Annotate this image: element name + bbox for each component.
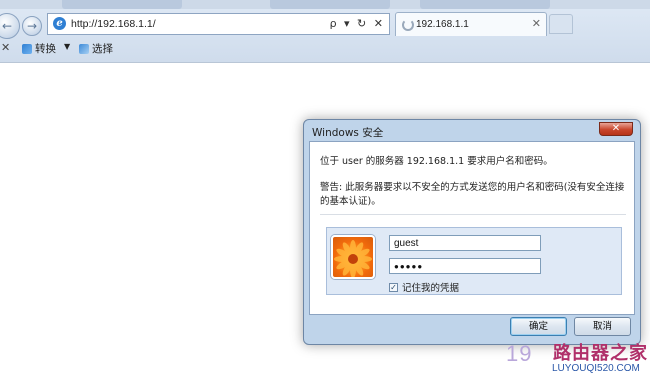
ie-page-icon: e (53, 17, 66, 30)
dialog-close-button[interactable]: ✕ (599, 122, 633, 136)
taskbar-strip (0, 0, 650, 9)
tab-active[interactable]: 192.168.1.1 ✕ (395, 12, 547, 36)
new-tab-button[interactable] (549, 14, 573, 34)
password-field[interactable]: ●●●●● (389, 258, 541, 274)
forward-arrow-icon: → (26, 19, 38, 33)
forward-button[interactable]: → (22, 16, 42, 36)
close-icon: ✕ (611, 123, 621, 134)
username-field[interactable]: guest (389, 235, 541, 251)
credential-panel: guest ●●●●● ✓ 记住我的凭据 (326, 227, 622, 295)
select-label: 选择 (92, 43, 113, 55)
select-button[interactable]: 选择 (79, 41, 113, 56)
user-avatar-flower-icon (331, 235, 375, 279)
watermark-domain: LUYOUQI520.COM (552, 363, 640, 374)
server-message: 位于 user 的服务器 192.168.1.1 要求用户名和密码。 (320, 156, 553, 167)
security-warning: 警告: 此服务器要求以不安全的方式发送您的用户名和密码(没有安全连接的基本认证)… (320, 182, 625, 207)
dialog-body: 位于 user 的服务器 192.168.1.1 要求用户名和密码。 警告: 此… (309, 141, 635, 315)
convert-button[interactable]: 转换 (22, 41, 56, 56)
back-arrow-icon: ← (1, 19, 13, 33)
remember-label: 记住我的凭据 (402, 283, 460, 294)
remember-credentials[interactable]: ✓ 记住我的凭据 (389, 280, 459, 294)
tab-title: 192.168.1.1 (416, 19, 469, 30)
taskbar-tab[interactable] (420, 0, 550, 9)
command-bar-close-icon[interactable]: ✕ (1, 41, 10, 54)
watermark-brand: 路由器之家 (553, 343, 648, 364)
command-bar: ✕ 转换 ▼ 选择 (0, 38, 650, 60)
convert-icon (22, 43, 32, 54)
taskbar-tab[interactable] (62, 0, 182, 9)
loading-spinner-icon (402, 19, 414, 31)
ok-button[interactable]: 确定 (510, 317, 567, 336)
browser-chrome: ← → e http://192.168.1.1/ ρ ▾ ↻ ✕ 192.16… (0, 0, 650, 63)
select-icon (79, 43, 89, 54)
watermark-ip-text: 19 (506, 341, 533, 366)
divider (320, 214, 626, 215)
back-button[interactable]: ← (0, 13, 20, 39)
convert-label: 转换 (35, 43, 56, 55)
convert-dropdown-icon[interactable]: ▼ (64, 42, 70, 51)
address-url: http://192.168.1.1/ (71, 18, 156, 30)
address-bar[interactable]: e http://192.168.1.1/ ρ ▾ ↻ ✕ (47, 13, 390, 35)
taskbar-tab[interactable] (270, 0, 390, 9)
tab-close-icon[interactable]: ✕ (532, 17, 541, 30)
cancel-button[interactable]: 取消 (574, 317, 631, 336)
address-tools-icons[interactable]: ρ ▾ ↻ ✕ (330, 17, 385, 30)
remember-checkbox[interactable]: ✓ (389, 282, 398, 292)
dialog-title: Windows 安全 (312, 127, 384, 139)
windows-security-dialog: Windows 安全 ✕ 位于 user 的服务器 192.168.1.1 要求… (303, 119, 641, 345)
